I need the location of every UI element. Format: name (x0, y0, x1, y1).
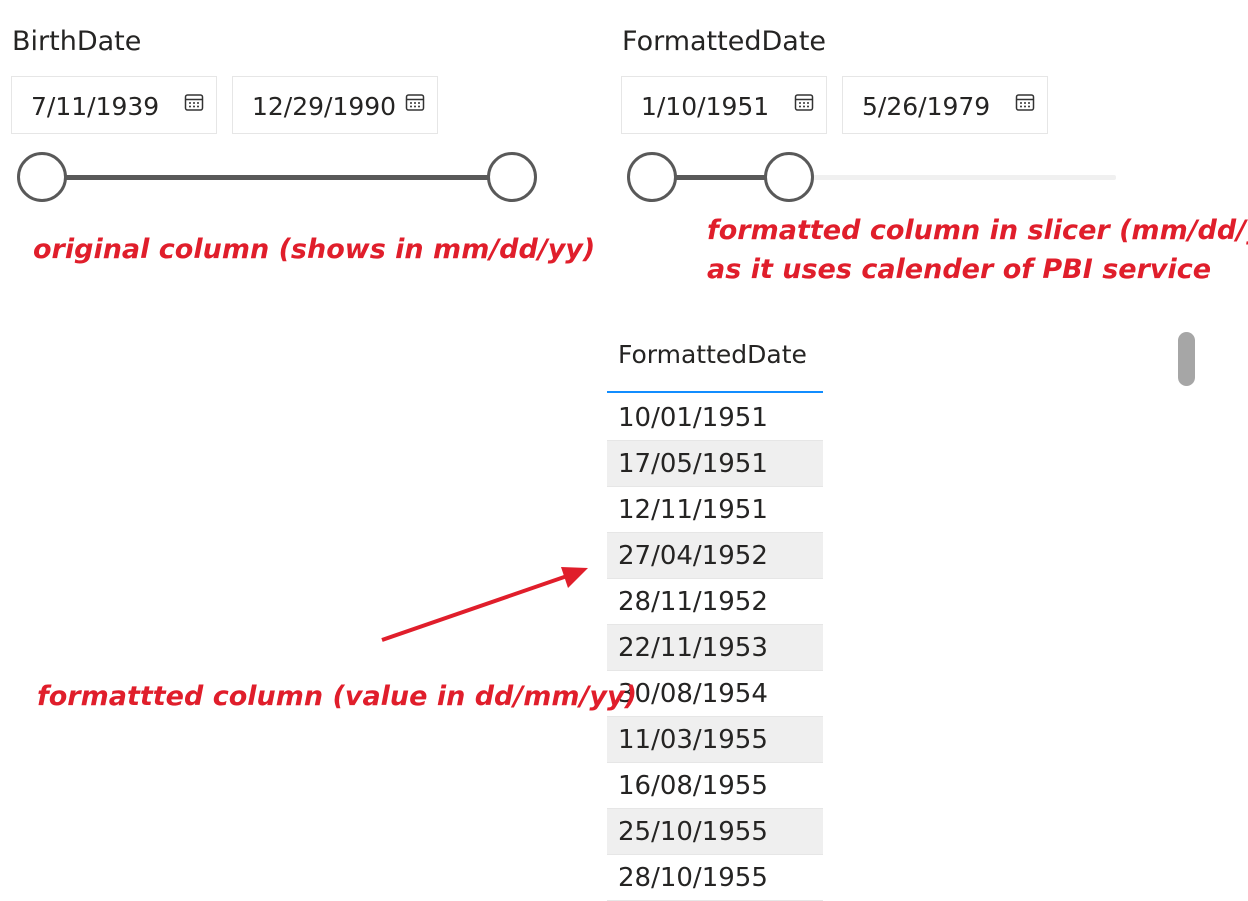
annotation-original-column: original column (shows in mm/dd/yy) (33, 234, 596, 265)
table-row: 10/01/1951 (607, 395, 823, 441)
birthdate-start-value: 7/11/1939 (31, 92, 160, 121)
table-row: 11/03/1955 (607, 717, 823, 763)
formatteddate-slider-end-handle[interactable] (763, 152, 814, 202)
formatteddate-slicer-title: FormattedDate (622, 26, 827, 57)
birthdate-slider-start-handle[interactable] (17, 152, 67, 202)
table-header-label: FormattedDate (618, 340, 807, 369)
birthdate-slider-fill (45, 175, 512, 180)
calendar-icon[interactable] (794, 92, 814, 112)
calendar-icon[interactable] (1015, 92, 1035, 112)
table-row: 17/05/1951 (607, 441, 823, 487)
birthdate-end-input[interactable]: 12/29/1990 (232, 76, 438, 134)
table-row: 16/08/1955 (607, 763, 823, 809)
birthdate-slicer-title: BirthDate (12, 26, 142, 57)
formatteddate-slider-start-handle[interactable] (627, 152, 677, 202)
table-row: 28/10/1955 (607, 855, 823, 901)
arrow-annotation (381, 567, 588, 642)
formatteddate-end-value: 5/26/1979 (862, 92, 991, 121)
table-body: 10/01/1951 17/05/1951 12/11/1951 27/04/1952… (607, 395, 823, 901)
table-row: 25/10/1955 (607, 809, 823, 855)
birthdate-start-input[interactable]: 7/11/1939 (11, 76, 217, 134)
table-column-header[interactable]: FormattedDate (607, 337, 823, 393)
birthdate-slider-end-handle[interactable] (487, 152, 537, 202)
table-row: 27/04/1952 (607, 533, 823, 579)
table-row: 22/11/1953 (607, 625, 823, 671)
calendar-icon[interactable] (184, 92, 204, 112)
formatteddate-start-input[interactable]: 1/10/1951 (621, 76, 827, 134)
calendar-icon[interactable] (405, 92, 425, 112)
table-row: 12/11/1951 (607, 487, 823, 533)
birthdate-end-value: 12/29/1990 (252, 92, 397, 121)
annotation-slicer-line1: formatted column in slicer (mm/dd/yy) (707, 215, 1248, 246)
annotation-table-column: formattted column (value in dd/mm/yy) (37, 681, 637, 712)
annotation-slicer-line2: as it uses calender of PBI service (707, 254, 1212, 285)
table-row: 30/08/1954 (607, 671, 823, 717)
table-scrollbar[interactable] (1178, 332, 1195, 386)
table-row: 28/11/1952 (607, 579, 823, 625)
formatteddate-start-value: 1/10/1951 (641, 92, 770, 121)
formatteddate-end-input[interactable]: 5/26/1979 (842, 76, 1048, 134)
